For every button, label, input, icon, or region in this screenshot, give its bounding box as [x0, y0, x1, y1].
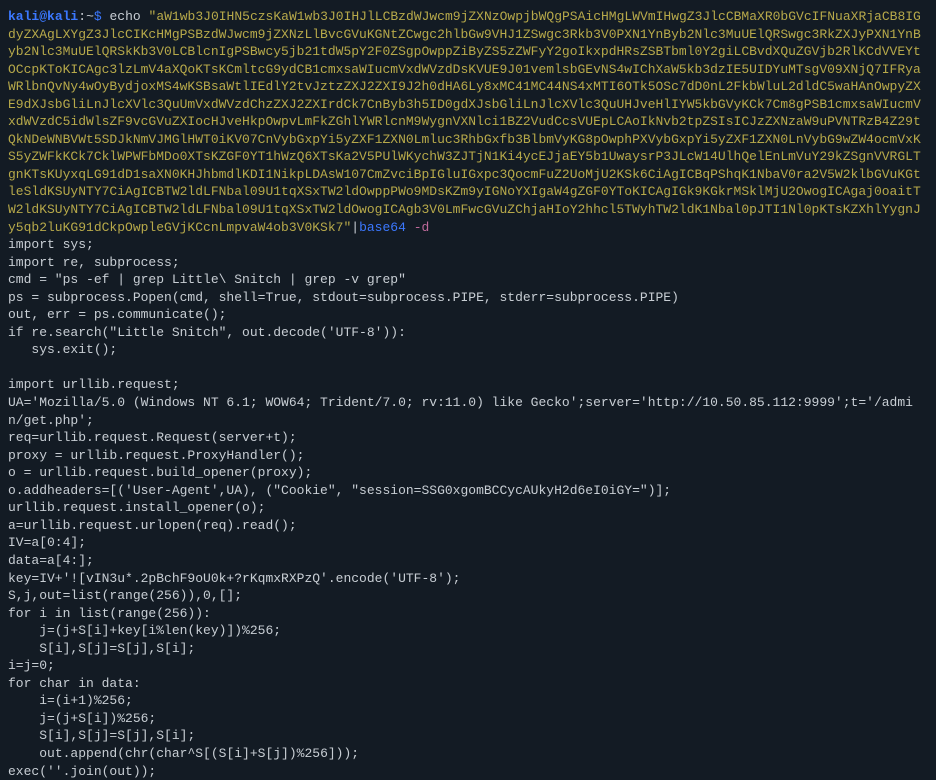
prompt-user: kali	[8, 9, 39, 24]
base64-encoded-string: "aW1wb3J0IHN5czsKaW1wb3J0IHJlLCBzdWJwcm9…	[8, 9, 921, 235]
prompt-at: @	[39, 9, 47, 24]
echo-command: echo	[110, 9, 141, 24]
decode-flag: -d	[414, 220, 430, 235]
decoded-output: import sys; import re, subprocess; cmd =…	[8, 236, 928, 780]
terminal-prompt-line[interactable]: kali@kali:~$ echo "aW1wb3J0IHN5czsKaW1wb…	[8, 8, 928, 236]
base64-command: base64	[359, 220, 406, 235]
prompt-colon: :	[78, 9, 86, 24]
prompt-path: ~	[86, 9, 94, 24]
pipe-operator: |	[351, 220, 359, 235]
prompt-dollar: $	[94, 9, 102, 24]
prompt-host: kali	[47, 9, 78, 24]
